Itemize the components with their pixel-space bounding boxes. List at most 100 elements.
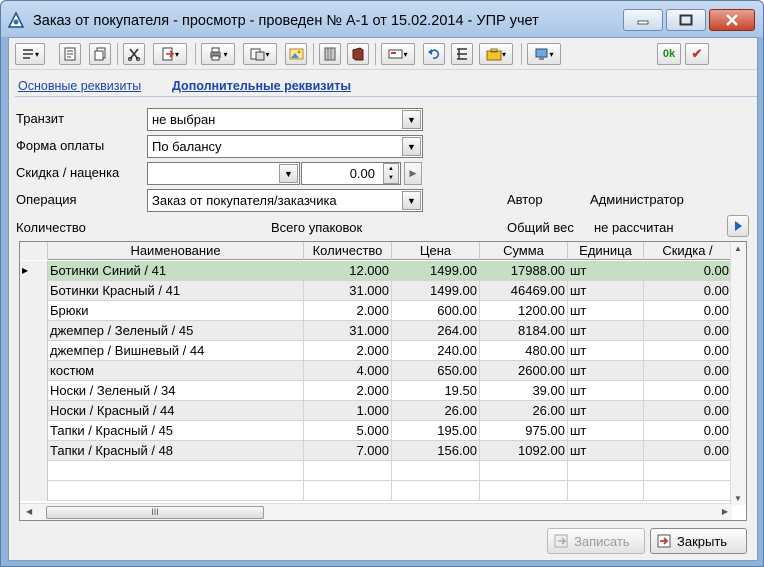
close-window-button[interactable]: [709, 9, 755, 31]
table-cell-disc[interactable]: 0.00: [644, 381, 732, 401]
table-cell-sum[interactable]: 17988.00: [480, 261, 568, 281]
table-cell-price[interactable]: 1499.00: [392, 281, 480, 301]
undo-button[interactable]: [423, 43, 445, 65]
tab-extra-requisites[interactable]: Дополнительные реквизиты: [172, 79, 351, 93]
table-cell-unit[interactable]: [568, 461, 644, 481]
column-header-discount[interactable]: Скидка /: [644, 242, 732, 260]
row-marker[interactable]: [20, 341, 48, 361]
enter-based-on-button[interactable]: ▾: [153, 43, 187, 65]
row-marker[interactable]: [20, 401, 48, 421]
mail-button[interactable]: ▾: [381, 43, 415, 65]
table-cell-qty[interactable]: [304, 461, 392, 481]
table-cell-name[interactable]: Тапки / Красный / 45: [48, 421, 304, 441]
table-cell-sum[interactable]: 2600.00: [480, 361, 568, 381]
table-cell-price[interactable]: 1499.00: [392, 261, 480, 281]
table-row[interactable]: Ботинки Красный / 41 31.000 1499.00 46469.0…: [20, 281, 732, 301]
maximize-button[interactable]: [666, 9, 706, 31]
row-marker[interactable]: [20, 461, 48, 481]
table-cell-name[interactable]: Ботинки Синий / 41: [48, 261, 304, 281]
table-cell-disc[interactable]: 0.00: [644, 261, 732, 281]
title-bar[interactable]: Заказ от покупателя - просмотр - проведе…: [1, 1, 763, 37]
table-cell-qty[interactable]: 2.000: [304, 301, 392, 321]
table-cell-sum[interactable]: 1200.00: [480, 301, 568, 321]
chevron-down-icon[interactable]: ▼: [402, 110, 421, 129]
document-view-button[interactable]: [59, 43, 81, 65]
post-checkmark-button[interactable]: ✔: [685, 43, 709, 65]
table-row[interactable]: Носки / Красный / 44 1.000 26.00 26.00 шт 0.0…: [20, 401, 732, 421]
chevron-down-icon[interactable]: ▼: [279, 164, 298, 183]
table-cell-disc[interactable]: 0.00: [644, 421, 732, 441]
actions-menu-button[interactable]: ▾: [15, 43, 45, 65]
row-marker[interactable]: [20, 421, 48, 441]
table-cell-qty[interactable]: 31.000: [304, 321, 392, 341]
row-marker[interactable]: ▶: [20, 261, 48, 281]
table-cell-disc[interactable]: 0.00: [644, 281, 732, 301]
table-cell-name[interactable]: Тапки / Красный / 48: [48, 441, 304, 461]
table-cell-unit[interactable]: шт: [568, 401, 644, 421]
row-marker[interactable]: [20, 301, 48, 321]
book-button[interactable]: [347, 43, 369, 65]
table-cell-price[interactable]: 600.00: [392, 301, 480, 321]
table-cell-name[interactable]: Брюки: [48, 301, 304, 321]
scroll-down-icon[interactable]: ▼: [734, 494, 742, 503]
table-cell-unit[interactable]: шт: [568, 421, 644, 441]
chevron-down-icon[interactable]: ▼: [402, 137, 421, 156]
table-cell-unit[interactable]: шт: [568, 301, 644, 321]
table-cell-price[interactable]: 26.00: [392, 401, 480, 421]
table-cell-unit[interactable]: шт: [568, 381, 644, 401]
column-header-price[interactable]: Цена: [392, 242, 480, 260]
table-row[interactable]: [20, 481, 732, 501]
table-row[interactable]: костюм 4.000 650.00 2600.00 шт 0.00: [20, 361, 732, 381]
table-cell-price[interactable]: [392, 481, 480, 501]
table-row[interactable]: Брюки 2.000 600.00 1200.00 шт 0.00: [20, 301, 732, 321]
table-cell-price[interactable]: 195.00: [392, 421, 480, 441]
table-cell-sum[interactable]: 975.00: [480, 421, 568, 441]
table-cell-unit[interactable]: шт: [568, 361, 644, 381]
tab-main-requisites[interactable]: Основные реквизиты: [18, 79, 141, 93]
table-cell-disc[interactable]: [644, 481, 732, 501]
discount-spinner[interactable]: ▲ ▼: [383, 163, 399, 184]
payment-form-select[interactable]: По балансу ▼: [147, 135, 423, 158]
table-cell-sum[interactable]: 1092.00: [480, 441, 568, 461]
column-header-name[interactable]: Наименование: [48, 242, 304, 260]
table-cell-sum[interactable]: [480, 461, 568, 481]
goods-table[interactable]: Наименование Количество Цена Сумма Едини…: [19, 241, 747, 521]
table-cell-unit[interactable]: [568, 481, 644, 501]
copy-document-button[interactable]: [89, 43, 111, 65]
table-cell-name[interactable]: [48, 481, 304, 501]
table-cell-price[interactable]: 19.50: [392, 381, 480, 401]
table-cell-price[interactable]: [392, 461, 480, 481]
table-cell-name[interactable]: джемпер / Зеленый / 45: [48, 321, 304, 341]
table-cell-qty[interactable]: [304, 481, 392, 501]
scroll-up-icon[interactable]: ▲: [734, 244, 742, 253]
table-cell-unit[interactable]: шт: [568, 441, 644, 461]
row-marker[interactable]: [20, 361, 48, 381]
ok-button[interactable]: 0k: [657, 43, 681, 65]
table-cell-price[interactable]: 264.00: [392, 321, 480, 341]
table-cell-qty[interactable]: 5.000: [304, 421, 392, 441]
briefcase-button[interactable]: ▾: [479, 43, 513, 65]
table-cell-qty[interactable]: 2.000: [304, 341, 392, 361]
table-cell-sum[interactable]: 26.00: [480, 401, 568, 421]
table-cell-sum[interactable]: 8184.00: [480, 321, 568, 341]
table-cell-disc[interactable]: 0.00: [644, 441, 732, 461]
column-header-sum[interactable]: Сумма: [480, 242, 568, 260]
table-cell-qty[interactable]: 12.000: [304, 261, 392, 281]
table-cell-qty[interactable]: 4.000: [304, 361, 392, 381]
scroll-right-icon[interactable]: ▶: [722, 507, 728, 516]
row-marker[interactable]: [20, 321, 48, 341]
table-cell-unit[interactable]: шт: [568, 281, 644, 301]
table-cell-price[interactable]: 156.00: [392, 441, 480, 461]
table-row[interactable]: Носки / Зеленый / 34 2.000 19.50 39.00 шт 0.0…: [20, 381, 732, 401]
table-cell-disc[interactable]: [644, 461, 732, 481]
save-button[interactable]: Записать: [547, 528, 645, 554]
row-marker[interactable]: [20, 441, 48, 461]
attachments-button[interactable]: [285, 43, 307, 65]
operation-select[interactable]: Заказ от покупателя/заказчика ▼: [147, 189, 423, 212]
table-cell-qty[interactable]: 31.000: [304, 281, 392, 301]
transit-select[interactable]: не выбран ▼: [147, 108, 423, 131]
table-cell-unit[interactable]: шт: [568, 341, 644, 361]
journal-button[interactable]: [319, 43, 341, 65]
table-cell-name[interactable]: [48, 461, 304, 481]
hierarchy-button[interactable]: [451, 43, 473, 65]
